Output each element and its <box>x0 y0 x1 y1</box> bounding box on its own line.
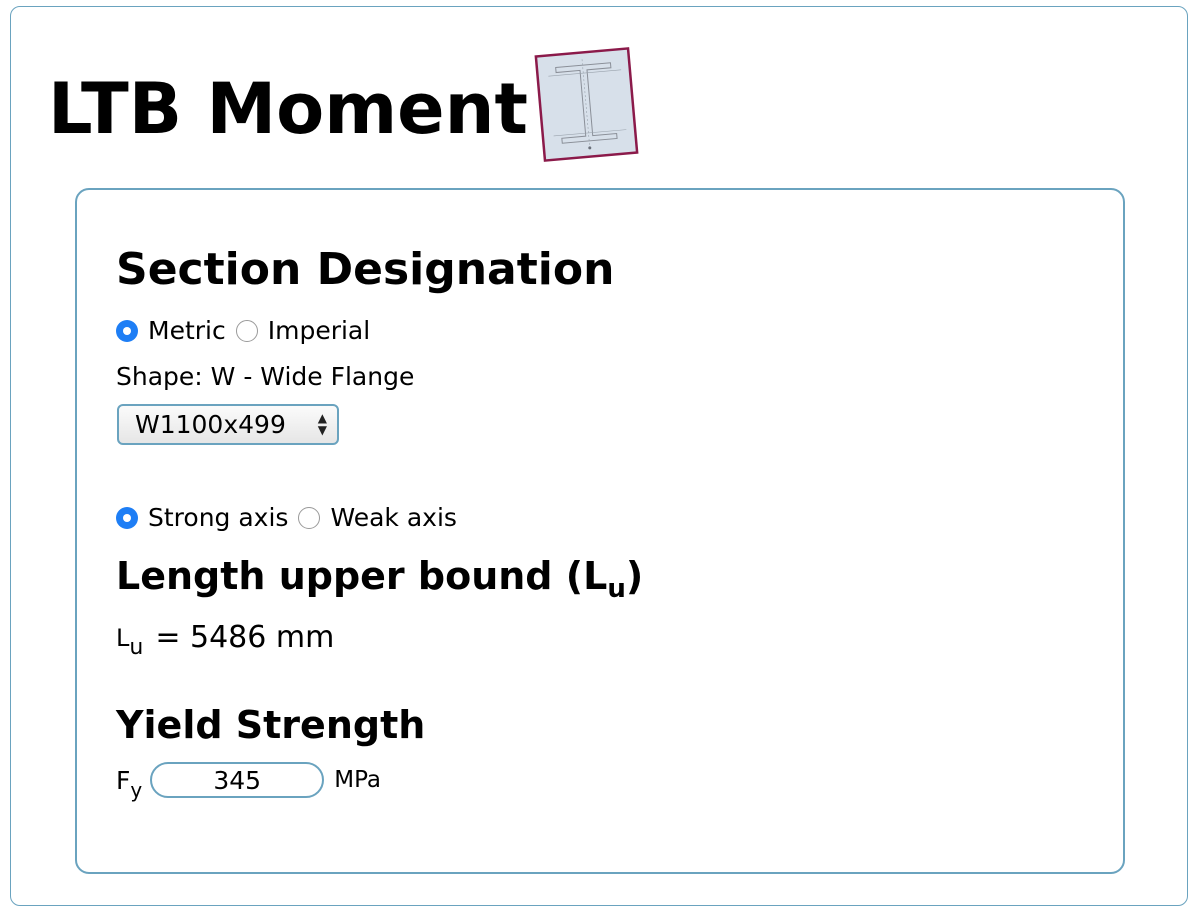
imperial-label[interactable]: Imperial <box>268 316 370 345</box>
weak-axis-label[interactable]: Weak axis <box>330 503 456 532</box>
length-symbol: L <box>116 623 130 652</box>
axis-radio-group: Strong axis Weak axis <box>116 503 467 532</box>
section-heading: Section Designation <box>116 244 615 295</box>
length-heading-close: ) <box>625 554 644 598</box>
metric-label[interactable]: Metric <box>148 316 226 345</box>
metric-radio[interactable] <box>116 319 138 342</box>
yield-heading: Yield Strength <box>116 703 426 747</box>
length-result: L u = 5486 mm <box>116 620 335 660</box>
length-value: = 5486 mm <box>155 620 335 655</box>
yield-row: F y MPa <box>116 762 382 802</box>
select-arrows-icon: ▲ ▼ <box>317 411 327 437</box>
units-radio-group: Metric Imperial <box>116 316 380 345</box>
i-beam-section-icon <box>534 47 639 162</box>
shape-label: Shape: W - Wide Flange <box>116 362 415 391</box>
length-heading-text: Length upper bound (L <box>116 554 608 598</box>
page-title: LTB Moment <box>48 68 528 150</box>
length-heading: Length upper bound (Lu) <box>116 553 643 604</box>
imperial-radio[interactable] <box>235 319 258 342</box>
yield-unit: MPa <box>334 767 382 793</box>
yield-strength-input[interactable] <box>150 762 325 798</box>
yield-symbol-sub: y <box>130 778 143 802</box>
strong-axis-radio[interactable] <box>116 506 138 529</box>
shape-select[interactable]: W1100x499 ▲ ▼ <box>117 404 339 445</box>
strong-axis-label[interactable]: Strong axis <box>148 503 288 532</box>
shape-select-value: W1100x499 <box>135 410 286 439</box>
length-symbol-sub: u <box>129 635 144 660</box>
weak-axis-radio[interactable] <box>298 506 321 529</box>
yield-symbol: F <box>116 765 131 795</box>
length-heading-sub: u <box>607 574 626 604</box>
